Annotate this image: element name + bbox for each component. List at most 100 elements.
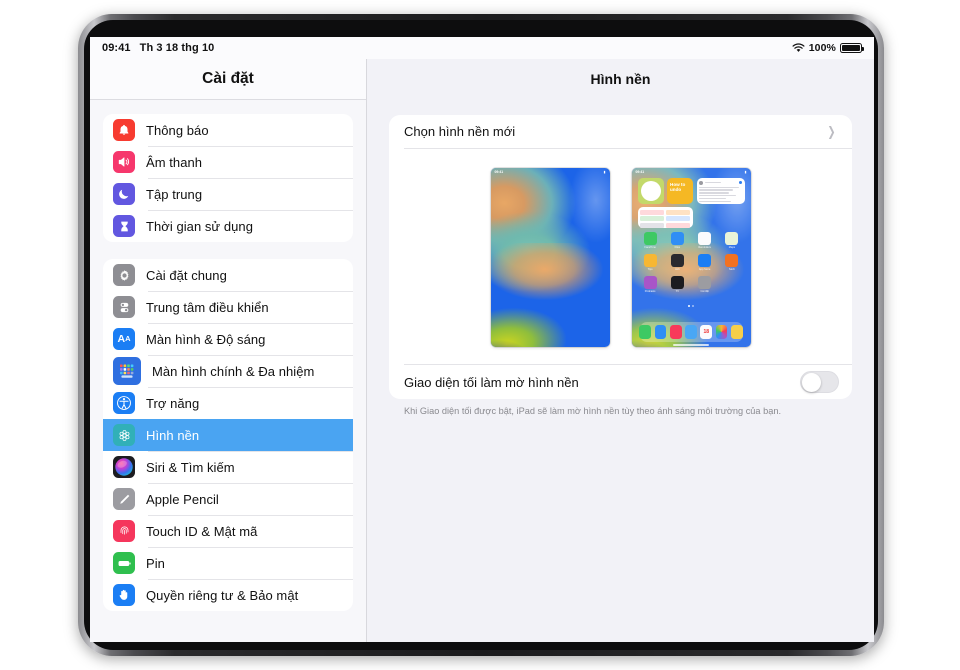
settings-sidebar: Cài đặt Thông báo: [90, 59, 367, 642]
sidebar-header: Cài đặt: [90, 59, 366, 100]
widget-row: How to undo: [638, 178, 745, 204]
sidebar-item-label: Apple Pencil: [146, 492, 219, 507]
app-icon-appstore: [698, 254, 711, 267]
app-icon-maps: [725, 232, 738, 245]
app-icon-files: [671, 232, 684, 245]
sidebar-item-touch-id[interactable]: Touch ID & Mật mã: [103, 515, 353, 547]
accessibility-icon: [113, 392, 135, 414]
sounds-icon: [113, 151, 135, 173]
sidebar-item-label: Pin: [146, 556, 165, 571]
sidebar-item-label: Quyền riêng tư & Bảo mật: [146, 588, 298, 603]
files-icon: [731, 325, 743, 339]
choose-new-wallpaper-row[interactable]: Chọn hình nền mới ❯: [389, 115, 852, 148]
detail-body: Chọn hình nền mới ❯: [367, 99, 874, 642]
sidebar-title: Cài đặt: [202, 70, 254, 88]
sidebar-item-label: Thời gian sử dụng: [146, 219, 253, 234]
sidebar-item-focus[interactable]: Tập trung: [103, 178, 353, 210]
control-center-icon: [113, 296, 135, 318]
home-screen-icon: [113, 357, 141, 385]
touch-id-icon: [113, 520, 135, 542]
app-label: FaceTime: [644, 246, 655, 249]
calendar-icon: 18: [700, 325, 712, 339]
mail-sender-line: [705, 182, 721, 183]
app-icon-reminders: [698, 232, 711, 245]
sidebar-item-battery[interactable]: Pin: [103, 547, 353, 579]
ipad-screen: 09:41 Th 3 18 thg 10 100%: [90, 37, 874, 642]
sidebar-item-wallpaper[interactable]: Hình nền: [103, 419, 353, 451]
preview-time: 09:41: [495, 170, 504, 176]
split-view: Cài đặt Thông báo: [90, 59, 874, 642]
avatar-icon: [699, 181, 703, 185]
lock-screen-preview[interactable]: 09:41 ▮: [491, 168, 610, 347]
page-dots: [632, 305, 751, 307]
page-title: Hình nền: [591, 71, 651, 87]
sidebar-item-control-center[interactable]: Trung tâm điều khiển: [103, 291, 353, 323]
choose-new-wallpaper-label: Chọn hình nền mới: [404, 124, 515, 139]
dark-appearance-dim-label: Giao diện tối làm mờ hình nền: [404, 375, 579, 390]
app-label: App Store: [699, 268, 711, 271]
sidebar-item-label: Màn hình & Độ sáng: [146, 332, 265, 347]
sidebar-item-apple-pencil[interactable]: Apple Pencil: [103, 483, 353, 515]
preview-time: 09:41: [636, 170, 645, 176]
app-label: Ảnh: [675, 268, 680, 271]
sidebar-item-label: Cài đặt chung: [146, 268, 227, 283]
dark-appearance-dim-row[interactable]: Giao diện tối làm mờ hình nền: [389, 365, 852, 399]
footer-note: Khi Giao diện tối được bật, iPad sẽ làm …: [389, 399, 852, 417]
calendar-widget: [638, 207, 693, 228]
app-icon-books: [725, 254, 738, 267]
preview-battery-icon: ▮: [604, 170, 606, 176]
apple-pencil-icon: [113, 488, 135, 510]
general-gear-icon: [113, 264, 135, 286]
home-screen-content: 09:41 ▮: [632, 168, 751, 347]
music-icon: [670, 325, 682, 339]
sidebar-item-label: Tập trung: [146, 187, 202, 202]
preview-battery-icon: ▮: [745, 170, 747, 176]
preview-status-bar: 09:41 ▮: [632, 170, 751, 176]
battery-icon: [113, 552, 135, 574]
status-bar-right: 100%: [792, 42, 862, 54]
siri-icon: [113, 456, 135, 478]
sidebar-item-display-brightness[interactable]: AA Màn hình & Độ sáng: [103, 323, 353, 355]
sidebar-item-label: Thông báo: [146, 123, 209, 138]
app-icon-podcasts: [644, 276, 657, 289]
ipad-device-frame: 09:41 Th 3 18 thg 10 100%: [78, 14, 884, 656]
sidebar-item-sounds[interactable]: Âm thanh: [103, 146, 353, 178]
sidebar-item-privacy[interactable]: Quyền riêng tư & Bảo mật: [103, 579, 353, 611]
toggle-knob: [802, 373, 821, 392]
clock-face-icon: [641, 181, 661, 201]
dark-appearance-dim-toggle[interactable]: [800, 371, 839, 393]
mail-icon: [685, 325, 697, 339]
app-label: Reminders: [698, 246, 711, 249]
notifications-icon: [113, 119, 135, 141]
app-label: Files: [675, 246, 680, 249]
status-time: 09:41: [102, 42, 131, 54]
unread-dot-icon: [739, 181, 742, 184]
sidebar-item-siri-search[interactable]: Siri & Tìm kiếm: [103, 451, 353, 483]
sidebar-item-general[interactable]: Cài đặt chung: [103, 259, 353, 291]
sidebar-item-notifications[interactable]: Thông báo: [103, 114, 353, 146]
mail-widget-header: [699, 181, 742, 185]
lock-wallpaper-image: [491, 168, 610, 347]
sidebar-item-screen-time[interactable]: Thời gian sử dụng: [103, 210, 353, 242]
clock-widget: [638, 178, 664, 204]
wallpaper-detail-pane: Hình nền Chọn hình nền mới ❯: [367, 59, 874, 642]
sidebar-group-1: Thông báo Âm thanh: [103, 114, 353, 242]
wallpaper-previews: 09:41 ▮: [389, 149, 852, 364]
display-brightness-icon: AA: [113, 328, 135, 350]
tips-widget-text: How to undo: [670, 182, 685, 192]
sidebar-item-accessibility[interactable]: Trợ năng: [103, 387, 353, 419]
photos-icon: [716, 325, 728, 339]
wallpaper-icon: [113, 424, 135, 446]
sidebar-item-label: Âm thanh: [146, 155, 202, 170]
sidebar-item-label: Trung tâm điều khiển: [146, 300, 269, 315]
wallpaper-card: Chọn hình nền mới ❯: [389, 115, 852, 399]
home-screen-preview[interactable]: 09:41 ▮: [632, 168, 751, 347]
app-label: Tips: [648, 268, 653, 271]
status-bar: 09:41 Th 3 18 thg 10 100%: [90, 37, 874, 59]
sidebar-item-home-screen[interactable]: Màn hình chính & Đa nhiệm: [103, 355, 353, 387]
screen-time-icon: [113, 215, 135, 237]
sidebar-item-label: Hình nền: [146, 428, 199, 443]
sidebar-item-label: Trợ năng: [146, 396, 199, 411]
app-label: Maps: [729, 246, 735, 249]
sidebar-scroll[interactable]: Thông báo Âm thanh: [90, 100, 366, 642]
